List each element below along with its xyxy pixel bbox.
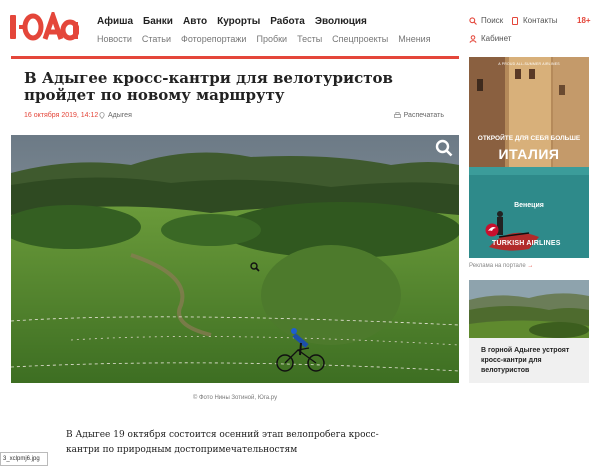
ad-city: Венеция	[514, 202, 544, 209]
age-rating: 18+	[577, 16, 591, 25]
turkish-airlines-logo	[485, 223, 499, 237]
nav-special[interactable]: Спецпроекты	[332, 34, 388, 44]
arrow-right-icon: →	[527, 263, 534, 269]
magnify-icon[interactable]	[435, 139, 453, 157]
header-divider	[11, 56, 459, 59]
article-title: В Адыгее кросс-кантри для велотуристов п…	[24, 69, 393, 104]
print-label: Распечатать	[403, 112, 444, 119]
contacts-label: Контакты	[523, 16, 558, 25]
nav-evolution[interactable]: Эволюция	[315, 16, 367, 27]
search-label: Поиск	[481, 16, 504, 25]
main-nav: Афиша Банки Авто Курорты Работа Эволюция	[97, 16, 367, 27]
contacts-link[interactable]: Контакты	[511, 16, 558, 25]
site-header: Афиша Банки Авто Курорты Работа Эволюция…	[0, 0, 600, 55]
printer-icon	[393, 112, 401, 118]
related-article-card[interactable]: В горной Адыгее устроят кросс-кантри для…	[469, 280, 589, 383]
user-icon	[469, 34, 477, 43]
nav-banks[interactable]: Банки	[143, 16, 173, 27]
article-lead: В Адыгее 19 октября состоится осенний эт…	[66, 430, 379, 455]
nav-resorts[interactable]: Курорты	[217, 16, 260, 27]
nav-photo-reports[interactable]: Фоторепортажи	[181, 34, 246, 44]
nav-auto[interactable]: Авто	[183, 16, 207, 27]
photo-caption: © Фото Нины Зотиной, Юга.ру	[192, 395, 278, 401]
search-link[interactable]: Поиск	[469, 16, 503, 25]
nav-traffic[interactable]: Пробки	[256, 34, 287, 44]
mountains-thumbnail	[469, 280, 589, 338]
article-region[interactable]: Адыгея	[99, 112, 132, 119]
sub-nav: Новости Статьи Фоторепортажи Пробки Тест…	[97, 34, 431, 44]
cabinet-link[interactable]: Кабинет	[469, 34, 511, 43]
nav-opinions[interactable]: Мнения	[398, 34, 430, 44]
nav-news[interactable]: Новости	[97, 34, 132, 44]
cabinet-label: Кабинет	[481, 34, 512, 43]
download-bar-item[interactable]: 3_xclpmj6.jpg	[0, 452, 48, 466]
related-article-title: В горной Адыгее устроят кросс-кантри для…	[481, 347, 570, 374]
location-icon	[99, 112, 105, 119]
advertise-link[interactable]: Реклама на портале →	[469, 263, 533, 269]
article-photo[interactable]	[11, 135, 459, 383]
ad-airline: TURKISH AIRLINES	[492, 240, 561, 247]
ad-small-text: A PROUD ALL-SUMMER AIRLINES	[498, 62, 560, 66]
nav-jobs[interactable]: Работа	[270, 16, 305, 27]
nav-articles[interactable]: Статьи	[142, 34, 171, 44]
nav-afisha[interactable]: Афиша	[97, 16, 133, 27]
ad-country: ИТАЛИЯ	[498, 146, 560, 162]
region-label: Адыгея	[108, 112, 132, 119]
search-icon	[469, 16, 477, 25]
nav-tests[interactable]: Тесты	[297, 34, 322, 44]
phone-icon	[512, 16, 518, 25]
print-button[interactable]: Распечатать	[393, 112, 444, 119]
yuga-logo[interactable]	[9, 12, 79, 42]
ad-promo-text: ОТКРОЙТЕ ДЛЯ СЕБЯ БОЛЬШЕ	[477, 135, 581, 142]
advertise-label: Реклама на портале	[469, 263, 526, 269]
article-date: 16 октября 2019, 14:12	[24, 112, 99, 119]
cyclist-landscape-image	[11, 135, 459, 383]
